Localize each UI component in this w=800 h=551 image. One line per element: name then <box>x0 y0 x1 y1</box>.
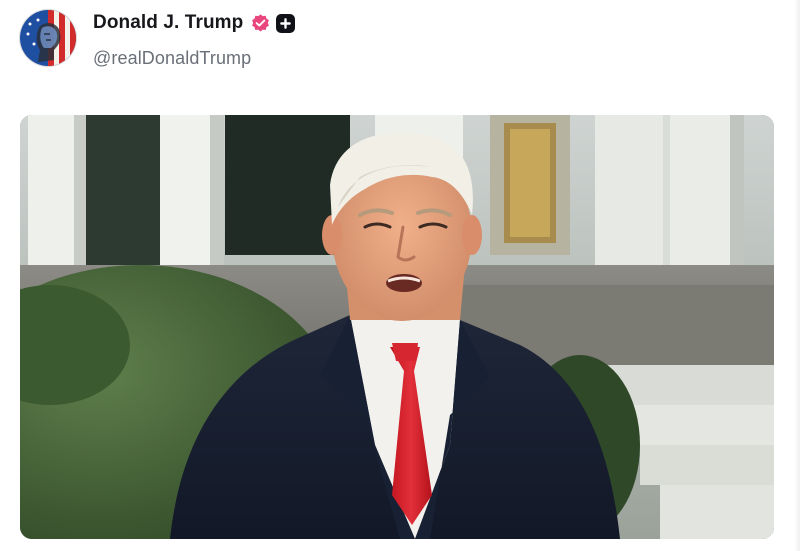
plus-badge-icon <box>276 13 296 33</box>
video-media[interactable] <box>20 115 774 539</box>
author-display-name[interactable]: Donald J. Trump <box>93 12 243 34</box>
avatar[interactable] <box>20 10 76 66</box>
name-row: Donald J. Trump <box>93 11 296 35</box>
video-still-image <box>20 115 774 539</box>
author-handle[interactable]: @realDonaldTrump <box>93 48 295 69</box>
post-card: Donald J. Trump @realDonaldTrump <box>0 0 800 551</box>
author-block: Donald J. Trump @realDonaldTrump <box>93 10 296 69</box>
scrollbar-track[interactable] <box>794 0 800 551</box>
verified-badge-icon <box>250 13 271 34</box>
post-header: Donald J. Trump @realDonaldTrump <box>20 10 296 70</box>
flag-portrait-avatar-icon <box>20 10 76 66</box>
